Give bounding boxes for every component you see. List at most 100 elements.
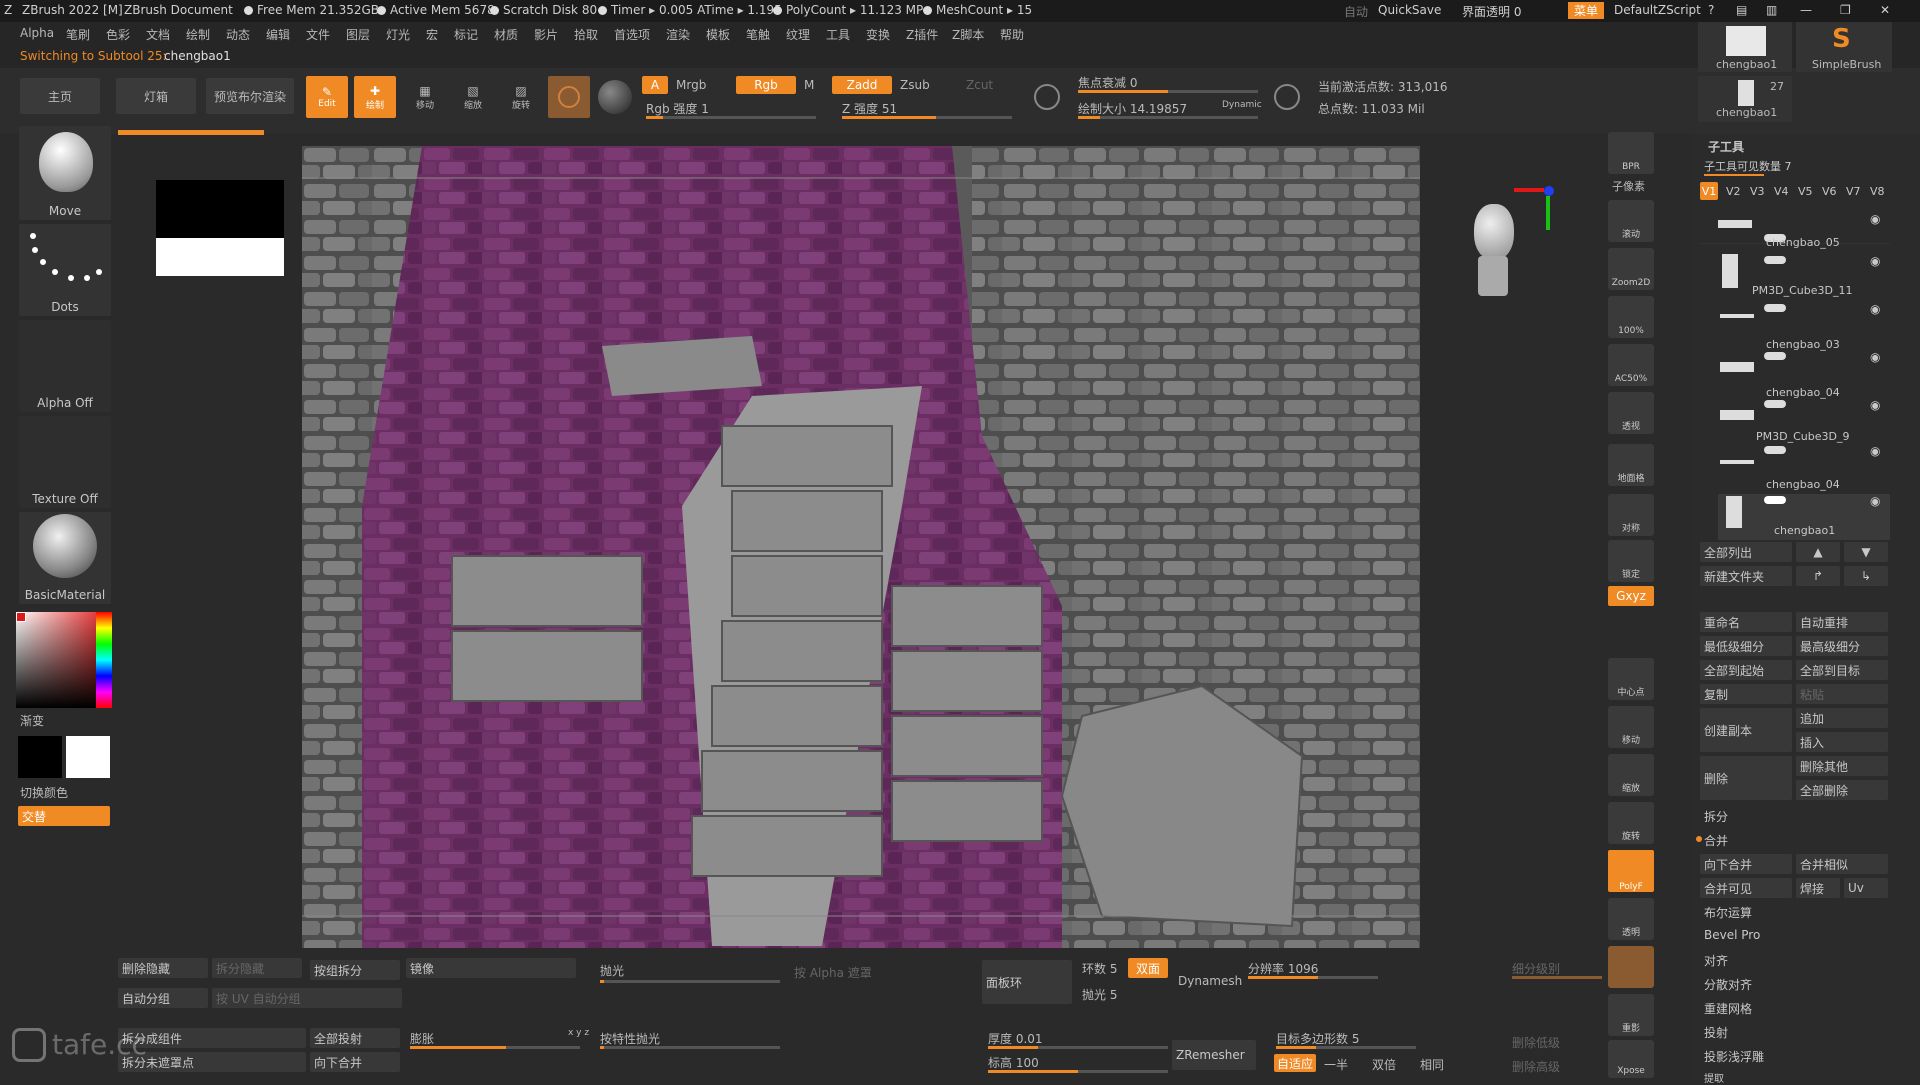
menu-item[interactable]: 材质 [494,26,518,43]
version-v3[interactable]: V3 [1750,185,1765,198]
delete-lower-button[interactable]: 删除低级 [1512,1034,1560,1051]
actual-size-button[interactable]: 100% [1608,296,1654,338]
thickness-slider[interactable] [988,1046,1168,1049]
menu-item[interactable]: 绘制 [186,26,210,43]
move-button[interactable]: ▦ 移动 [404,76,446,118]
lock-button[interactable]: 锁定 [1608,540,1654,582]
zoom-view-button[interactable]: 缩放 [1608,754,1654,796]
zoom2d-button[interactable]: Zoom2D [1608,248,1654,290]
version-v1[interactable]: V1 [1700,182,1718,200]
eye-icon[interactable]: ◉ [1870,212,1880,226]
silhouette-thumbnail[interactable] [156,180,284,276]
ghost-button[interactable] [1608,946,1654,988]
rgb-button[interactable]: Rgb [736,76,796,94]
a-button[interactable]: A [642,76,668,94]
version-v5[interactable]: V5 [1798,185,1813,198]
material-thumb[interactable]: BasicMaterial [19,512,111,604]
toggle-icon[interactable] [1764,496,1786,504]
menu-item[interactable]: 文件 [306,26,330,43]
color-sphere-icon[interactable] [598,80,632,114]
project-section[interactable]: 投射 [1704,1024,1728,1041]
all-to-start-button[interactable]: 全部到起始 [1700,660,1792,680]
half-button[interactable]: 一半 [1324,1056,1348,1073]
menu-item[interactable]: 工具 [826,26,850,43]
menu-item[interactable]: 变换 [866,26,890,43]
m-button[interactable]: M [804,78,814,92]
new-folder-button[interactable]: 新建文件夹 [1700,566,1792,586]
visible-count-slider[interactable] [1704,174,1764,176]
xpose-button[interactable]: Xpose [1608,1040,1654,1078]
alternate-button[interactable]: 交替 [18,806,110,826]
tool-thumb-1[interactable]: chengbao1 [1698,22,1792,72]
rename-button[interactable]: 重命名 [1700,612,1792,632]
bpr-button[interactable]: BPR [1608,132,1654,174]
version-v4[interactable]: V4 [1774,185,1789,198]
ui-transparency-slider[interactable]: 界面透明 0 [1462,3,1521,20]
menu-item[interactable]: 笔触 [746,26,770,43]
half-size-button[interactable]: AC50% [1608,344,1654,386]
group-split-button[interactable]: 按组拆分 [310,960,400,980]
eye-icon[interactable]: ◉ [1870,302,1880,316]
version-v7[interactable]: V7 [1846,185,1861,198]
gxyz-button[interactable]: Gxyz [1608,586,1654,606]
eye-icon[interactable]: ◉ [1870,398,1880,412]
lowest-subdiv-button[interactable]: 最低级细分 [1700,636,1792,656]
all-to-target-button[interactable]: 全部到目标 [1796,660,1888,680]
stroke-thumb[interactable]: Dots [19,224,111,316]
home-button[interactable]: 主页 [20,78,100,114]
window-icon[interactable]: ▥ [1766,3,1777,17]
merge-visible-button[interactable]: 合并可见 [1700,878,1792,898]
toggle-icon[interactable] [1764,256,1786,264]
layout-icon[interactable]: ▤ [1736,3,1747,17]
backface-icon[interactable] [1274,84,1300,110]
lightbox-button[interactable]: 灯箱 [116,78,196,114]
subtool-item[interactable]: ◉ chengbao_05 [1700,206,1890,249]
delete-higher-button[interactable]: 删除高级 [1512,1058,1560,1075]
merge-down-button[interactable]: 向下合并 [1700,854,1792,874]
highest-subdiv-button[interactable]: 最高级细分 [1796,636,1888,656]
remesh-section[interactable]: 重建网格 [1704,1000,1752,1017]
subtool-item[interactable]: ◉ chengbao_04 [1700,444,1890,491]
auto-group-button[interactable]: 自动分组 [118,988,208,1008]
focal-shift-slider[interactable] [1078,90,1258,93]
split-hidden-button[interactable]: 拆分隐藏 [212,958,302,978]
toggle-icon[interactable] [1764,304,1786,312]
subtool-item[interactable]: ◉ PM3D_Cube3D_9 [1700,398,1890,444]
delete-button[interactable]: 删除 [1700,756,1792,800]
lazy-mouse-icon[interactable] [1034,84,1060,110]
texture-thumb[interactable]: Texture Off [19,416,111,508]
delete-other-button[interactable]: 删除其他 [1796,756,1888,776]
insert-button[interactable]: 插入 [1796,732,1888,752]
eye-icon[interactable]: ◉ [1870,350,1880,364]
tool-thumb-2[interactable]: 27 chengbao1 [1698,76,1792,122]
toggle-icon[interactable] [1764,400,1786,408]
version-v6[interactable]: V6 [1822,185,1837,198]
visible-count[interactable]: 子工具可见数量 7 [1704,158,1792,174]
menu-item[interactable]: 色彩 [106,26,130,43]
transparent-button[interactable]: 透明 [1608,898,1654,940]
adaptive-button[interactable]: 自适应 [1274,1054,1316,1072]
version-v8[interactable]: V8 [1870,185,1885,198]
help-icon[interactable]: ? [1708,3,1714,17]
toggle-icon[interactable] [1764,446,1786,454]
merge-down-bottom-button[interactable]: 向下合并 [310,1052,400,1072]
project-all-button[interactable]: 全部投射 [310,1028,400,1048]
arrow-up-icon[interactable]: ▲ [1796,542,1840,562]
distribute-section[interactable]: 分散对齐 [1704,976,1752,993]
rotate-view-button[interactable]: 旋转 [1608,802,1654,844]
alpha-mask-label[interactable]: 按 Alpha 遮罩 [794,964,872,981]
draw-button[interactable]: ✚ 绘制 [354,76,396,118]
polyframe-button[interactable]: PolyF [1608,850,1654,892]
mrgb-button[interactable]: Mrgb [676,78,706,92]
weld-button[interactable]: 焊接 [1796,878,1840,898]
menu-item[interactable]: 标记 [454,26,478,43]
menu-item[interactable]: 帮助 [1000,26,1024,43]
merge-section[interactable]: 合并 [1704,832,1728,849]
solo-button[interactable]: 重影 [1608,994,1654,1036]
append-button[interactable]: 追加 [1796,708,1888,728]
simplebrush-thumb[interactable]: S SimpleBrush [1796,22,1892,72]
list-all-button[interactable]: 全部列出 [1700,542,1792,562]
resolution-slider[interactable] [1248,976,1378,979]
menu-item[interactable]: 影片 [534,26,558,43]
toggle-icon[interactable] [1764,352,1786,360]
